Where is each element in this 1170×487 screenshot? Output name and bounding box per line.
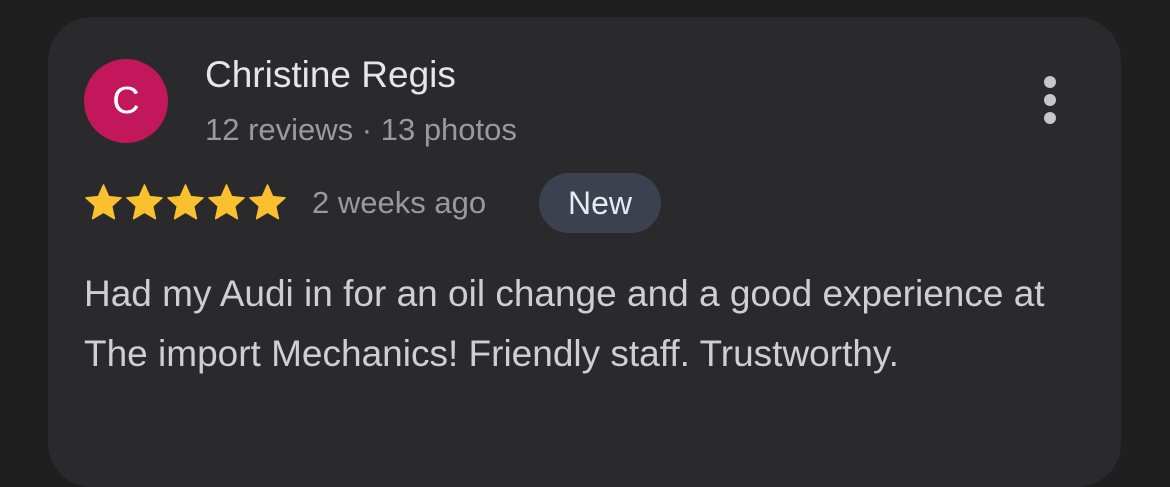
reviewer-meta: 12 reviews · 13 photos xyxy=(205,112,517,147)
more-dot xyxy=(1044,94,1056,106)
star-icon xyxy=(84,183,123,222)
new-badge-label: New xyxy=(567,184,632,221)
reviewer-name[interactable]: Christine Regis xyxy=(205,54,456,96)
more-dot xyxy=(1044,76,1056,88)
review-text: Had my Audi in for an oil change and a g… xyxy=(84,273,1045,374)
review-time: 2 weeks ago xyxy=(312,185,487,220)
avatar[interactable]: C xyxy=(84,59,168,143)
star-icon xyxy=(125,183,164,222)
star-icon xyxy=(248,183,287,222)
avatar-letter: C xyxy=(112,80,140,122)
star-rating xyxy=(84,183,287,222)
new-badge: New xyxy=(539,173,661,233)
star-icon xyxy=(207,183,246,222)
more-dot xyxy=(1044,112,1056,124)
star-icon xyxy=(166,183,205,222)
more-vert-icon[interactable] xyxy=(1030,70,1070,130)
